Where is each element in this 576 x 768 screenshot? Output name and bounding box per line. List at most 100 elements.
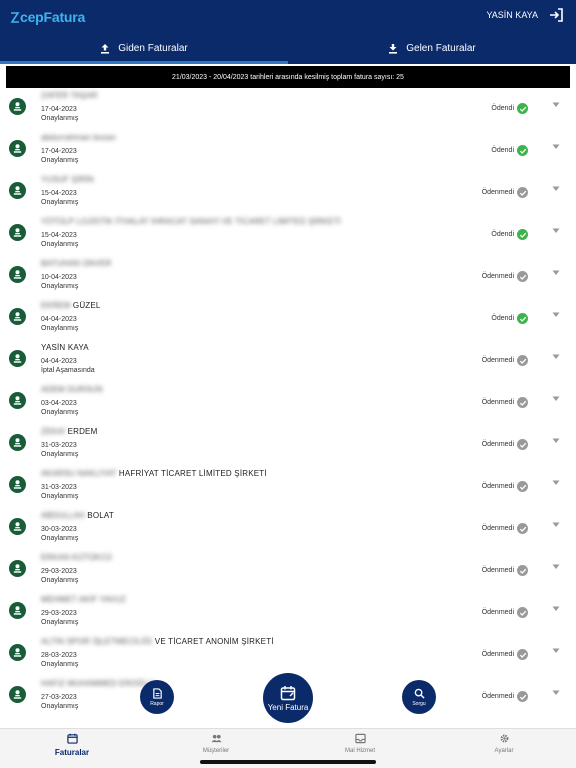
- invoice-date: 31-03-2023: [41, 442, 77, 449]
- invoice-status: Onaylanmış: [41, 577, 79, 584]
- nav-invoices[interactable]: Faturalar: [0, 729, 144, 768]
- chevron-down-icon[interactable]: [552, 186, 560, 192]
- customer-stamp-icon: [9, 476, 26, 493]
- report-button[interactable]: Rapor: [140, 680, 174, 714]
- customer-name: EKREM GÜZEL: [41, 301, 101, 310]
- chevron-down-icon[interactable]: [552, 648, 560, 654]
- invoice-row[interactable]: BATUHAN ÜNVER 10-04-2023 Onaylanmış Ödenme…: [0, 256, 576, 298]
- chevron-down-icon[interactable]: [552, 396, 560, 402]
- customer-name-masked: ABDULLAH: [41, 511, 85, 520]
- tab-incoming[interactable]: Gelen Faturalar: [288, 32, 576, 64]
- payment-status-label: Ödenmedi: [481, 651, 514, 658]
- check-icon: [517, 187, 528, 198]
- invoice-row[interactable]: YUSUF ŞİRİN 15-04-2023 Onaylanmış Ödenmedi: [0, 172, 576, 214]
- payment-status: Ödenmedi: [482, 481, 528, 492]
- invoice-date: 17-04-2023: [41, 106, 77, 113]
- search-icon: [414, 688, 425, 699]
- invoice-row[interactable]: ZAFER TAŞAR 17-04-2023 Onaylanmış Ödendi: [0, 88, 576, 130]
- invoice-row[interactable]: ZEKAİ ERDEM 31-03-2023 Onaylanmış Ödenmedi: [0, 424, 576, 466]
- chevron-down-icon[interactable]: [552, 270, 560, 276]
- customer-name: ZAFER TAŞAR: [41, 91, 98, 100]
- document-icon: [152, 687, 162, 699]
- customer-stamp-icon: [9, 686, 26, 703]
- customer-name: BATUHAN ÜNVER: [41, 259, 111, 268]
- tab-incoming-label: Gelen Faturalar: [406, 42, 476, 54]
- chevron-down-icon[interactable]: [552, 480, 560, 486]
- invoice-row[interactable]: abdurrahman bozan 17-04-2023 Onaylanmış Öd…: [0, 130, 576, 172]
- check-icon: [517, 145, 528, 156]
- customer-name-masked: ZEKAİ: [41, 427, 66, 436]
- customer-name-masked: EKREM: [41, 301, 71, 310]
- chevron-down-icon[interactable]: [552, 522, 560, 528]
- check-icon: [517, 691, 528, 702]
- invoice-status: Onaylanmış: [41, 325, 79, 332]
- payment-status: Ödenmedi: [482, 565, 528, 576]
- customer-stamp-icon: [9, 266, 26, 283]
- new-invoice-button[interactable]: Yeni Fatura: [263, 673, 313, 723]
- invoice-row[interactable]: AKARSU NAKLİYAT HAFRİYAT TİCARET LİMİTED…: [0, 466, 576, 508]
- check-icon: [517, 649, 528, 660]
- invoice-tabs: Giden Faturalar Gelen Faturalar: [0, 32, 576, 64]
- invoice-date: 15-04-2023: [41, 232, 77, 239]
- payment-status-label: Ödendi: [491, 105, 514, 112]
- payment-status: Ödendi: [491, 229, 528, 240]
- customer-name-masked: ERKAN KÜTÜKCÜ: [41, 553, 113, 562]
- nav-invoices-label: Faturalar: [54, 748, 90, 757]
- customer-name-masked: ALTIN SPOR İŞLETMECİLİĞİ: [41, 637, 153, 646]
- invoice-row[interactable]: YASİN KAYA 04-04-2023 İptal Aşamasında Öden…: [0, 340, 576, 382]
- check-icon: [517, 355, 528, 366]
- customer-name-visible: YASİN KAYA: [41, 343, 89, 352]
- customer-name-masked: AKARSU NAKLİYAT: [41, 469, 117, 478]
- customer-name: YUSUF ŞİRİN: [41, 175, 94, 184]
- customer-stamp-icon: [9, 518, 26, 535]
- new-invoice-label: Yeni Fatura: [267, 702, 309, 712]
- tab-outgoing[interactable]: Giden Faturalar: [0, 32, 288, 64]
- invoice-date: 31-03-2023: [41, 484, 77, 491]
- nav-settings-label: Ayarlar: [494, 748, 514, 754]
- nav-settings[interactable]: Ayarlar: [432, 729, 576, 768]
- invoice-row[interactable]: EKREM GÜZEL 04-04-2023 Onaylanmış Ödendi: [0, 298, 576, 340]
- invoice-row[interactable]: ADEM DURSUN 03-04-2023 Onaylanmış Ödenmedi: [0, 382, 576, 424]
- invoice-list[interactable]: ZAFER TAŞAR 17-04-2023 Onaylanmış Ödendi ab…: [0, 88, 576, 728]
- customer-stamp-icon: [9, 392, 26, 409]
- invoice-row[interactable]: ERKAN KÜTÜKCÜ 29-03-2023 Onaylanmış Ödenme…: [0, 550, 576, 592]
- invoice-date: 04-04-2023: [41, 358, 77, 365]
- invoice-date: 30-03-2023: [41, 526, 77, 533]
- chevron-down-icon[interactable]: [552, 690, 560, 696]
- invoice-status: Onaylanmış: [41, 199, 79, 206]
- check-icon: [517, 481, 528, 492]
- chevron-down-icon[interactable]: [552, 312, 560, 318]
- chevron-down-icon[interactable]: [552, 144, 560, 150]
- chevron-down-icon[interactable]: [552, 438, 560, 444]
- check-icon: [517, 607, 528, 618]
- customer-name: ERKAN KÜTÜKCÜ: [41, 553, 112, 562]
- customer-stamp-icon: [9, 140, 26, 157]
- chevron-down-icon[interactable]: [552, 606, 560, 612]
- invoice-status: Onaylanmış: [41, 451, 79, 458]
- invoice-row[interactable]: MEHMET AKİF YAVUZ 29-03-2023 Onaylanmış Öd…: [0, 592, 576, 634]
- invoice-date: 29-03-2023: [41, 568, 77, 575]
- gear-icon: [500, 734, 508, 743]
- logout-icon[interactable]: [548, 7, 564, 23]
- user-area: YASİN KAYA: [486, 7, 564, 23]
- chevron-down-icon[interactable]: [552, 564, 560, 570]
- chevron-down-icon[interactable]: [552, 354, 560, 360]
- invoice-row[interactable]: ABDULLAH BOLAT 30-03-2023 Onaylanmış Ödenme…: [0, 508, 576, 550]
- invoice-status: Onaylanmış: [41, 493, 79, 500]
- app-root: cepFatura YASİN KAYA Giden Faturalar Gel…: [0, 0, 576, 768]
- chevron-down-icon[interactable]: [552, 102, 560, 108]
- invoice-row[interactable]: YÖTÜLP LOJİSTİK İTHALAT İHRACAT SANAYİ V…: [0, 214, 576, 256]
- payment-status: Ödenmedi: [482, 355, 528, 366]
- payment-status: Ödenmedi: [482, 187, 528, 198]
- customer-name: ZEKAİ ERDEM: [41, 427, 97, 436]
- payment-status: Ödenmedi: [482, 607, 528, 618]
- invoice-row[interactable]: ALTIN SPOR İŞLETMECİLİĞİ VE TİCARET ANON…: [0, 634, 576, 676]
- chevron-down-icon[interactable]: [552, 228, 560, 234]
- invoice-status: Onaylanmış: [41, 283, 79, 290]
- query-button[interactable]: Sorgu: [402, 680, 436, 714]
- invoice-date: 28-03-2023: [41, 652, 77, 659]
- customer-name-masked: MEHMET AKİF YAVUZ: [41, 595, 127, 604]
- payment-status-label: Ödendi: [491, 231, 514, 238]
- invoice-status: Onaylanmış: [41, 157, 79, 164]
- customer-name: ADEM DURSUN: [41, 385, 103, 394]
